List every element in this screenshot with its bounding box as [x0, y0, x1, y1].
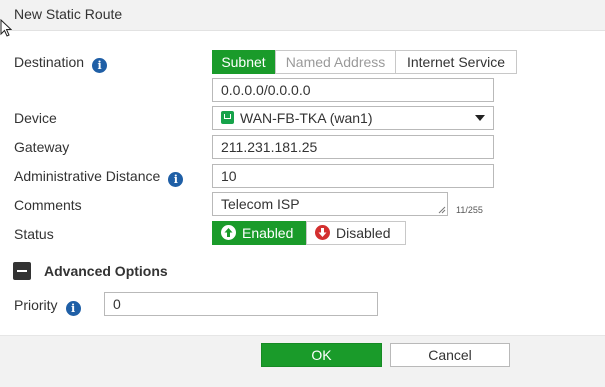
admin-distance-input[interactable]: 10 — [212, 164, 494, 188]
priority-label: Priority i — [14, 296, 81, 316]
dialog-titlebar: New Static Route — [0, 0, 605, 31]
mouse-cursor-icon — [0, 19, 12, 37]
gateway-label: Gateway — [14, 139, 70, 155]
cancel-button[interactable]: Cancel — [390, 343, 510, 367]
status-label: Status — [14, 226, 54, 242]
dialog-title: New Static Route — [14, 6, 123, 22]
destination-label: Destination i — [14, 53, 108, 73]
tab-subnet[interactable]: Subnet — [212, 50, 275, 74]
status-enabled-button[interactable]: Enabled — [212, 221, 307, 245]
tab-named-address[interactable]: Named Address — [275, 50, 396, 74]
device-select[interactable]: WAN-FB-TKA (wan1) — [212, 106, 494, 130]
ok-button[interactable]: OK — [261, 343, 382, 367]
device-label: Device — [14, 110, 57, 126]
info-icon[interactable]: i — [65, 301, 81, 316]
destination-input[interactable]: 0.0.0.0/0.0.0.0 — [212, 78, 494, 102]
comments-label: Comments — [14, 197, 82, 213]
arrow-down-icon — [315, 225, 330, 240]
gateway-input[interactable]: 211.231.181.25 — [212, 135, 494, 159]
collapse-icon[interactable] — [13, 262, 31, 280]
comments-value: Telecom ISP — [221, 196, 300, 212]
admin-distance-label: Administrative Distance i — [14, 167, 184, 187]
info-icon[interactable]: i — [92, 58, 108, 73]
arrow-up-icon — [221, 225, 236, 240]
resize-grip-icon[interactable] — [438, 206, 446, 214]
char-counter: 11/255 — [456, 205, 483, 215]
interface-icon — [221, 111, 234, 124]
comments-textarea[interactable]: Telecom ISP — [212, 192, 448, 216]
advanced-options-heading[interactable]: Advanced Options — [44, 263, 168, 279]
tab-internet-service[interactable]: Internet Service — [395, 50, 517, 74]
device-value: WAN-FB-TKA (wan1) — [240, 110, 373, 126]
chevron-down-icon — [475, 115, 485, 121]
info-icon[interactable]: i — [168, 172, 184, 187]
priority-input[interactable]: 0 — [104, 292, 378, 316]
status-disabled-button[interactable]: Disabled — [306, 221, 406, 245]
